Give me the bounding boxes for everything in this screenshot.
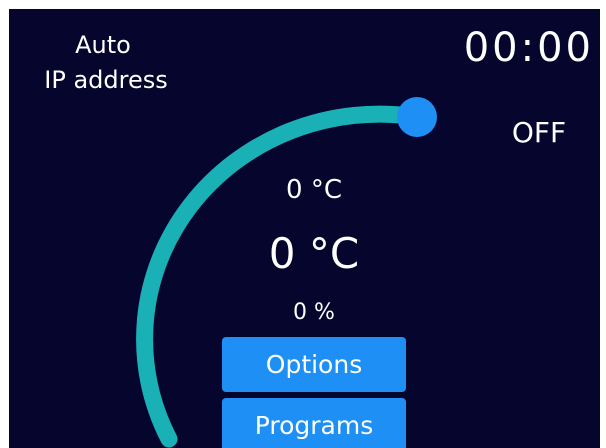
- network-mode-label: Auto: [75, 31, 131, 59]
- gauge-knob[interactable]: [397, 97, 437, 137]
- status-label: OFF: [511, 116, 567, 149]
- programs-button[interactable]: Programs: [222, 398, 406, 448]
- ip-address-label: IP address: [44, 66, 168, 94]
- timer-display: 00:00: [463, 25, 594, 71]
- device-screen: Auto IP address 00:00 OFF 0 °C 0 °C 0 % …: [9, 9, 600, 448]
- power-percent: 0 %: [293, 300, 335, 325]
- current-temperature: 0 °C: [286, 175, 342, 205]
- options-button[interactable]: Options: [222, 337, 406, 392]
- target-temperature: 0 °C: [268, 229, 360, 278]
